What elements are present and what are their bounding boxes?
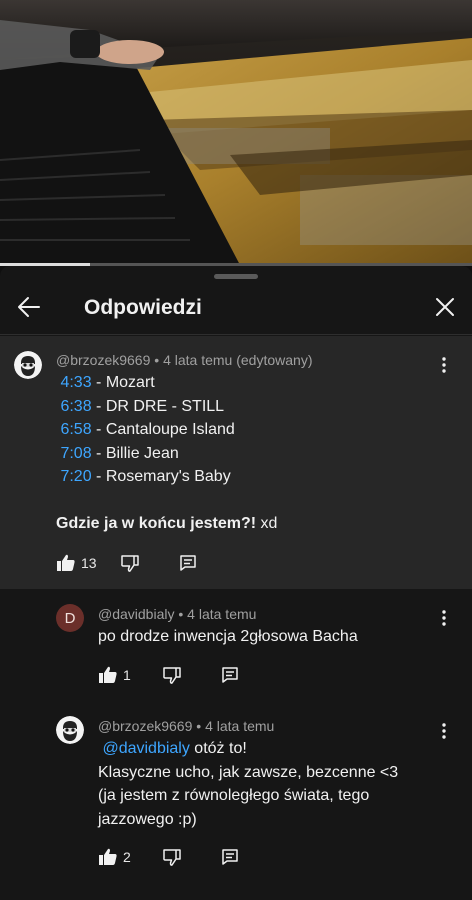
- timestamp-link[interactable]: 6:58: [60, 421, 91, 438]
- timestamp-line: 6:58 - Cantaloupe Island: [60, 421, 235, 438]
- reply-button[interactable]: [178, 551, 198, 575]
- comment-age: 4 lata temu: [205, 718, 275, 734]
- thumb-up-icon: [57, 554, 75, 571]
- comment-age: 4 lata temu: [187, 606, 257, 622]
- comment-body: 4:33 - Mozart 6:38 - DR DRE - STILL 6:58…: [56, 371, 277, 536]
- comment-actions: 1: [98, 663, 248, 687]
- thumb-down-icon: [163, 667, 181, 684]
- timestamp-line: 6:38 - DR DRE - STILL: [60, 397, 225, 415]
- timestamp-link[interactable]: 6:38: [60, 398, 91, 415]
- reply-button[interactable]: [220, 845, 240, 869]
- timestamp-line: 4:33 - Mozart: [60, 374, 155, 391]
- close-button[interactable]: [430, 292, 460, 322]
- dislike-button[interactable]: [162, 663, 182, 687]
- comment-meta: @brzozek9669 • 4 lata temu (edytowany): [56, 352, 313, 368]
- comment-age: 4 lata temu: [163, 352, 233, 368]
- back-button[interactable]: [14, 292, 44, 322]
- more-vert-icon: [442, 723, 446, 739]
- bearded-avatar-icon: [14, 351, 42, 379]
- avatar[interactable]: [14, 351, 42, 379]
- dislike-button[interactable]: [162, 845, 182, 869]
- thumb-down-icon: [163, 849, 181, 866]
- comment-reply-icon: [222, 667, 238, 683]
- close-icon: [436, 298, 454, 316]
- like-count: 2: [123, 849, 131, 865]
- replies-panel: Odpowiedzi @brzozek9669 • 4 lata temu (e: [0, 266, 472, 900]
- drag-handle[interactable]: [214, 274, 258, 279]
- comment-closing-line: Gdzie ja w końcu jestem?! xd: [56, 515, 278, 532]
- comment-actions: 2: [98, 845, 248, 869]
- avatar[interactable]: D: [56, 604, 84, 632]
- dislike-button[interactable]: [120, 551, 140, 575]
- like-count: 1: [123, 667, 131, 683]
- comment-body: po drodze inwencja 2głosowa Bacha: [98, 628, 358, 645]
- video-frame-piano: [0, 0, 472, 265]
- more-options-button[interactable]: [434, 608, 454, 628]
- edited-label: (edytowany): [236, 352, 313, 368]
- comment-author[interactable]: @brzozek9669: [56, 352, 150, 368]
- comment-meta: @davidbialy • 4 lata temu: [98, 606, 257, 622]
- more-vert-icon: [442, 357, 446, 373]
- thumb-down-icon: [121, 555, 139, 572]
- thumb-up-icon: [99, 848, 117, 865]
- bearded-avatar-icon: [56, 716, 84, 744]
- comment-reply-icon: [222, 849, 238, 865]
- more-vert-icon: [442, 610, 446, 626]
- avatar-letter: D: [64, 609, 76, 627]
- comment-meta: @brzozek9669 • 4 lata temu: [98, 718, 275, 734]
- comment-body: @davidbialy otóż to! Klasyczne ucho, jak…: [98, 740, 399, 828]
- more-options-button[interactable]: [434, 721, 454, 741]
- more-options-button[interactable]: [434, 355, 454, 375]
- comment-reply-icon: [180, 555, 196, 571]
- video-player[interactable]: [0, 0, 472, 265]
- comment-author[interactable]: @davidbialy: [98, 606, 174, 622]
- like-button[interactable]: 13: [56, 551, 97, 575]
- like-button[interactable]: 1: [98, 663, 131, 687]
- timestamp-line: 7:20 - Rosemary's Baby: [60, 468, 231, 485]
- parent-comment: @brzozek9669 • 4 lata temu (edytowany) 4…: [0, 336, 472, 589]
- timestamp-link[interactable]: 7:20: [60, 468, 91, 485]
- avatar[interactable]: [56, 716, 84, 744]
- mention-link[interactable]: @davidbialy: [102, 740, 189, 757]
- panel-title: Odpowiedzi: [84, 296, 202, 319]
- panel-header: Odpowiedzi: [0, 282, 472, 335]
- reply-button[interactable]: [220, 663, 240, 687]
- comment-actions: 13: [56, 551, 216, 575]
- timestamp-link[interactable]: 4:33: [60, 374, 91, 391]
- thumb-up-icon: [99, 666, 117, 683]
- like-count: 13: [81, 555, 97, 571]
- comment-author[interactable]: @brzozek9669: [98, 718, 192, 734]
- timestamp-link[interactable]: 7:08: [60, 445, 91, 462]
- like-button[interactable]: 2: [98, 845, 131, 869]
- arrow-left-icon: [18, 297, 40, 317]
- timestamp-line: 7:08 - Billie Jean: [60, 444, 179, 462]
